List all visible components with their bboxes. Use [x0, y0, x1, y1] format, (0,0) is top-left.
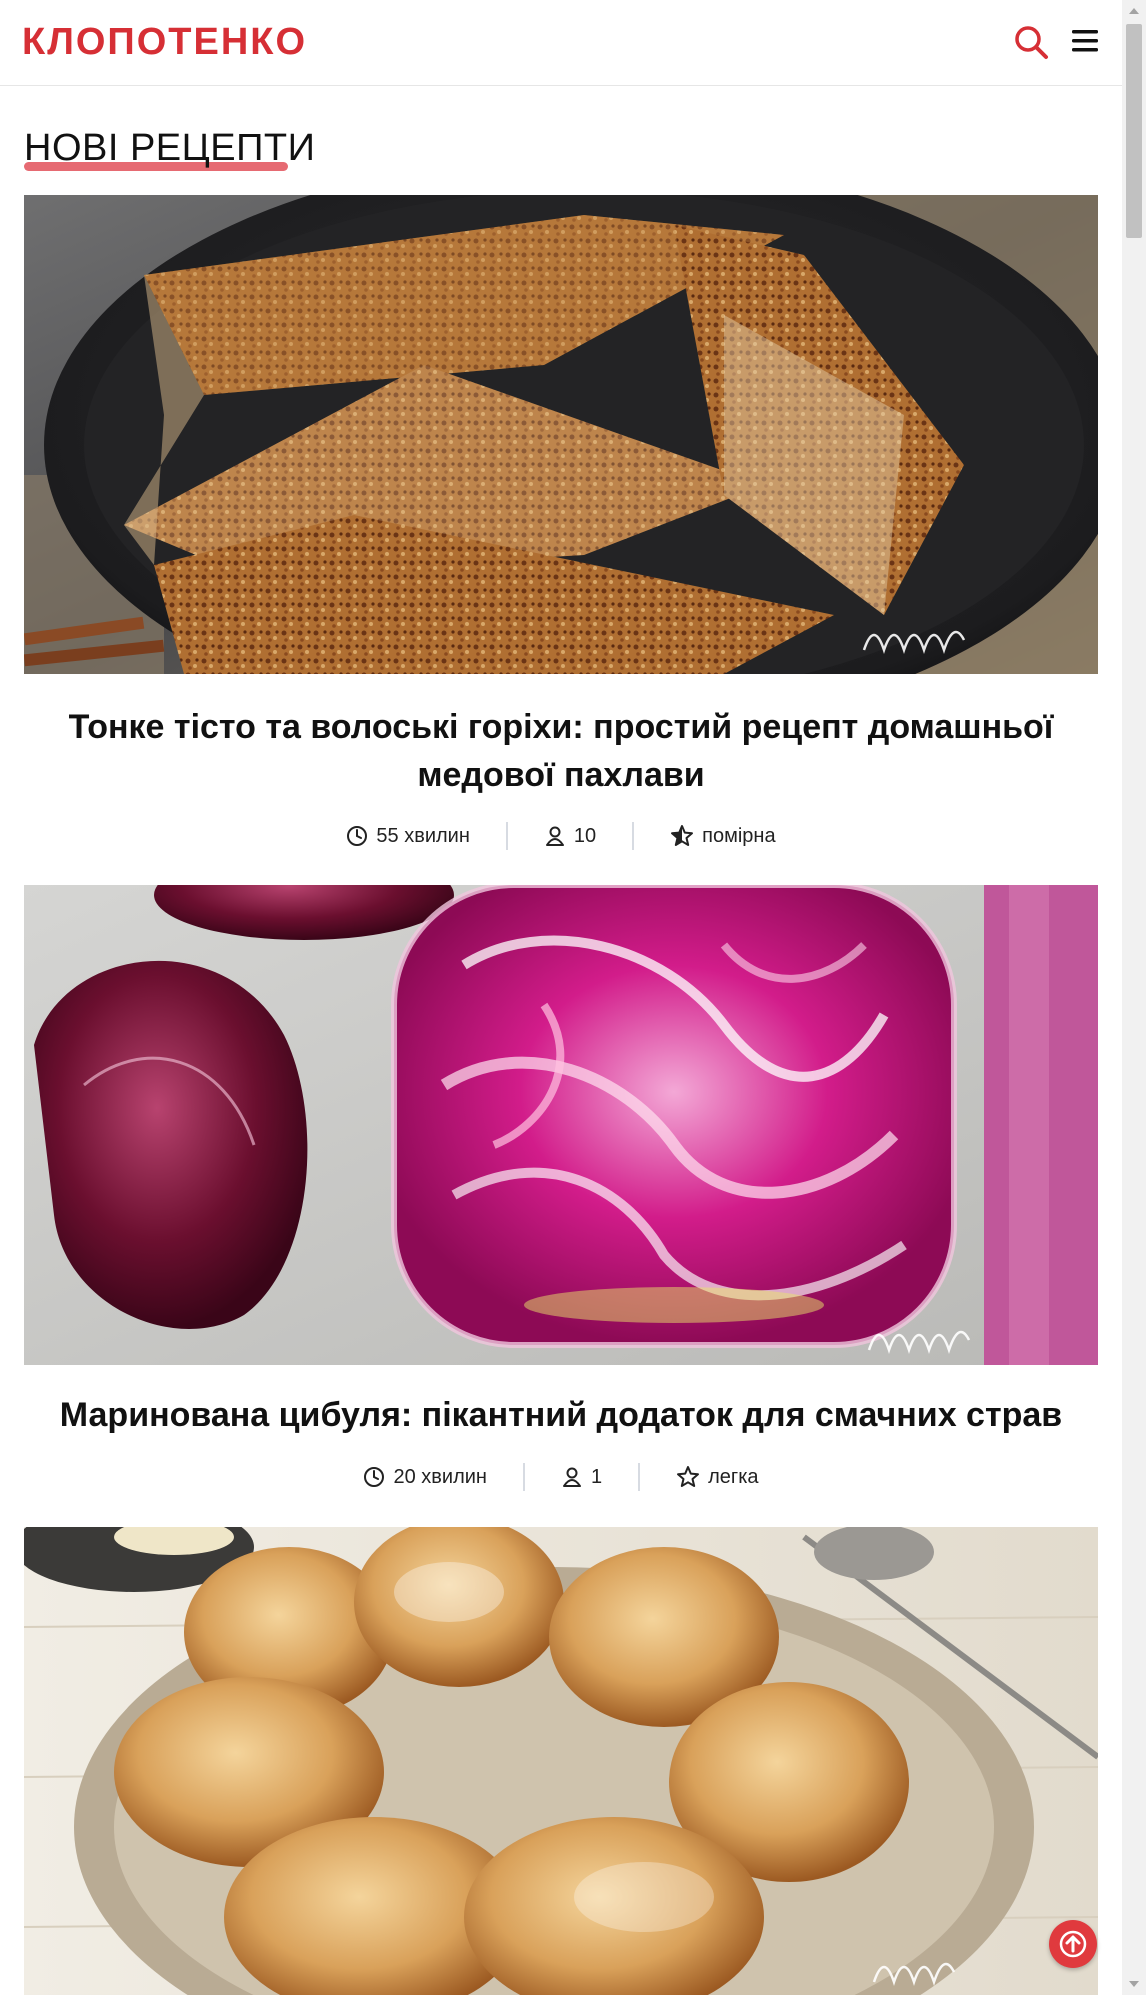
arrow-up-icon: [1059, 1930, 1087, 1958]
recipe-difficulty: легка: [640, 1465, 794, 1489]
recipe-image-syrnyky[interactable]: [24, 1527, 1098, 1995]
recipe-image-pickled-onion[interactable]: [24, 885, 1098, 1365]
recipe-difficulty-value: легка: [708, 1465, 759, 1488]
search-button[interactable]: [1013, 24, 1049, 60]
recipe-meta: 20 хвилин 1 легка: [24, 1459, 1098, 1495]
star-outline-icon: [677, 1466, 700, 1487]
recipe-image-baklava[interactable]: [24, 195, 1098, 674]
scroll-down-arrow[interactable]: [1122, 1973, 1146, 1995]
site-header: КЛОПОТЕНКО: [0, 0, 1122, 86]
recipe-servings: 10: [508, 825, 632, 848]
recipe-meta: 55 хвилин 10 помірна: [24, 818, 1098, 854]
recipe-title[interactable]: Тонке тісто та волоські горіхи: простий …: [24, 703, 1098, 799]
menu-button[interactable]: [1070, 26, 1100, 56]
recipe-difficulty: помірна: [634, 824, 811, 848]
recipe-title[interactable]: Маринована цибуля: пікантний додаток для…: [24, 1391, 1098, 1439]
recipe-servings-value: 10: [573, 824, 597, 847]
site-logo[interactable]: КЛОПОТЕНКО: [22, 20, 307, 64]
recipe-time-value: 55 хвилин: [376, 824, 470, 847]
half-star-icon: [671, 825, 694, 846]
section-title: НОВІ РЕЦЕПТИ: [24, 127, 316, 169]
recipe-servings: 1: [525, 1466, 638, 1489]
search-icon: [1015, 26, 1048, 59]
person-icon: [545, 826, 564, 846]
recipe-time-value: 20 хвилин: [393, 1465, 487, 1488]
scroll-up-arrow[interactable]: [1122, 0, 1146, 22]
pickled-onion-photo: [24, 885, 1098, 1365]
back-to-top-button[interactable]: [1049, 1920, 1097, 1968]
recipe-difficulty-value: помірна: [702, 824, 776, 847]
recipe-time: 20 хвилин: [327, 1466, 523, 1489]
syrnyky-photo: [24, 1527, 1098, 1995]
triangle-down-icon: [1129, 1981, 1139, 1987]
hamburger-menu-icon: [1072, 30, 1098, 52]
scrollbar-thumb[interactable]: [1126, 24, 1142, 238]
baklava-photo: [24, 195, 1098, 674]
person-icon: [562, 1467, 581, 1487]
recipe-servings-value: 1: [590, 1465, 603, 1488]
triangle-up-icon: [1129, 8, 1139, 14]
clock-icon: [347, 826, 368, 846]
page-scrollbar[interactable]: [1122, 0, 1146, 1995]
recipe-time: 55 хвилин: [310, 825, 506, 848]
clock-icon: [364, 1467, 385, 1487]
